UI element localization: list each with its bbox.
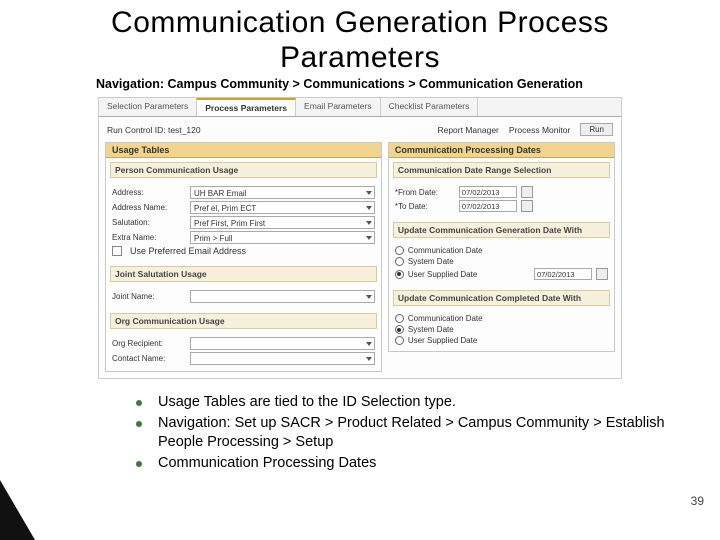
tab-email-parameters[interactable]: Email Parameters (296, 98, 381, 116)
tab-checklist-parameters[interactable]: Checklist Parameters (381, 98, 479, 116)
bullet-text-1: Usage Tables are tied to the ID Selectio… (158, 393, 456, 412)
slide-corner-decoration (0, 480, 35, 540)
joint-salutation-heading: Joint Salutation Usage (110, 266, 377, 282)
radio-system-date[interactable] (395, 257, 404, 266)
comm-processing-dates-heading: Communication Processing Dates (389, 143, 614, 158)
update-completed-date-heading: Update Communication Completed Date With (393, 290, 610, 306)
calendar-icon[interactable] (521, 186, 533, 198)
run-control-bar: Run Control ID: test_120 Report Manager … (99, 117, 621, 142)
address-name-label: Address Name: (112, 203, 186, 212)
joint-name-select[interactable] (190, 290, 375, 303)
radio-user-date-2-label: User Supplied Date (408, 336, 477, 345)
radio-comm-date-2-label: Communication Date (408, 314, 483, 323)
page-number: 39 (691, 494, 704, 508)
extra-name-label: Extra Name: (112, 233, 186, 242)
salutation-label: Salutation: (112, 218, 186, 227)
radio-comm-date[interactable] (395, 246, 404, 255)
process-monitor-link[interactable]: Process Monitor (509, 125, 570, 135)
address-label: Address: (112, 188, 186, 197)
to-date-label: *To Date: (395, 202, 455, 211)
navigation-breadcrumb: Navigation: Campus Community > Communica… (96, 77, 680, 91)
org-recipient-label: Org Recipient: (112, 339, 186, 348)
salutation-select[interactable]: Pref First, Prim First (190, 216, 375, 229)
run-control-value: test_120 (168, 125, 201, 135)
tab-strip: Selection Parameters Process Parameters … (99, 98, 621, 117)
bullet-icon (136, 461, 142, 467)
usage-tables-heading: Usage Tables (106, 143, 381, 158)
from-date-input[interactable]: 07/02/2013 (459, 186, 517, 198)
tab-process-parameters[interactable]: Process Parameters (197, 98, 296, 116)
org-comm-usage-heading: Org Communication Usage (110, 313, 377, 329)
to-date-input[interactable]: 07/02/2013 (459, 200, 517, 212)
radio-user-date-2[interactable] (395, 336, 404, 345)
contact-name-label: Contact Name: (112, 354, 186, 363)
radio-system-date-label: System Date (408, 257, 454, 266)
comm-processing-dates-panel: Communication Processing Dates Communica… (388, 142, 615, 352)
radio-system-date-2-label: System Date (408, 325, 454, 334)
bullet-list: Usage Tables are tied to the ID Selectio… (136, 393, 676, 472)
radio-system-date-2[interactable] (395, 325, 404, 334)
address-name-select[interactable]: Pref el, Prim ECT (190, 201, 375, 214)
extra-name-select[interactable]: Prim > Full (190, 231, 375, 244)
user-date-input[interactable]: 07/02/2013 (534, 268, 592, 280)
date-range-heading: Communication Date Range Selection (393, 162, 610, 178)
bullet-text-2: Navigation: Set up SACR > Product Relate… (158, 414, 676, 452)
bullet-text-3: Communication Processing Dates (158, 454, 376, 473)
person-comm-usage-heading: Person Communication Usage (110, 162, 377, 178)
radio-user-date-label: User Supplied Date (408, 270, 477, 279)
tab-selection-parameters[interactable]: Selection Parameters (99, 98, 197, 116)
address-select[interactable]: UH BAR Email (190, 186, 375, 199)
org-recipient-select[interactable] (190, 337, 375, 350)
radio-comm-date-label: Communication Date (408, 246, 483, 255)
bullet-icon (136, 400, 142, 406)
process-parameters-screenshot: Selection Parameters Process Parameters … (98, 97, 622, 379)
bullet-icon (136, 421, 142, 427)
update-gen-date-heading: Update Communication Generation Date Wit… (393, 222, 610, 238)
radio-comm-date-2[interactable] (395, 314, 404, 323)
from-date-label: *From Date: (395, 188, 455, 197)
preferred-email-checkbox[interactable] (112, 246, 122, 256)
calendar-icon[interactable] (521, 200, 533, 212)
contact-name-select[interactable] (190, 352, 375, 365)
preferred-email-label: Use Preferred Email Address (130, 246, 246, 256)
run-button[interactable]: Run (580, 123, 613, 136)
run-control-label: Run Control ID: (107, 125, 166, 135)
report-manager-link[interactable]: Report Manager (437, 125, 498, 135)
joint-name-label: Joint Name: (112, 292, 186, 301)
calendar-icon[interactable] (596, 268, 608, 280)
radio-user-date[interactable] (395, 270, 404, 279)
usage-tables-panel: Usage Tables Person Communication Usage … (105, 142, 382, 372)
slide-title: Communication Generation Process Paramet… (40, 6, 680, 75)
